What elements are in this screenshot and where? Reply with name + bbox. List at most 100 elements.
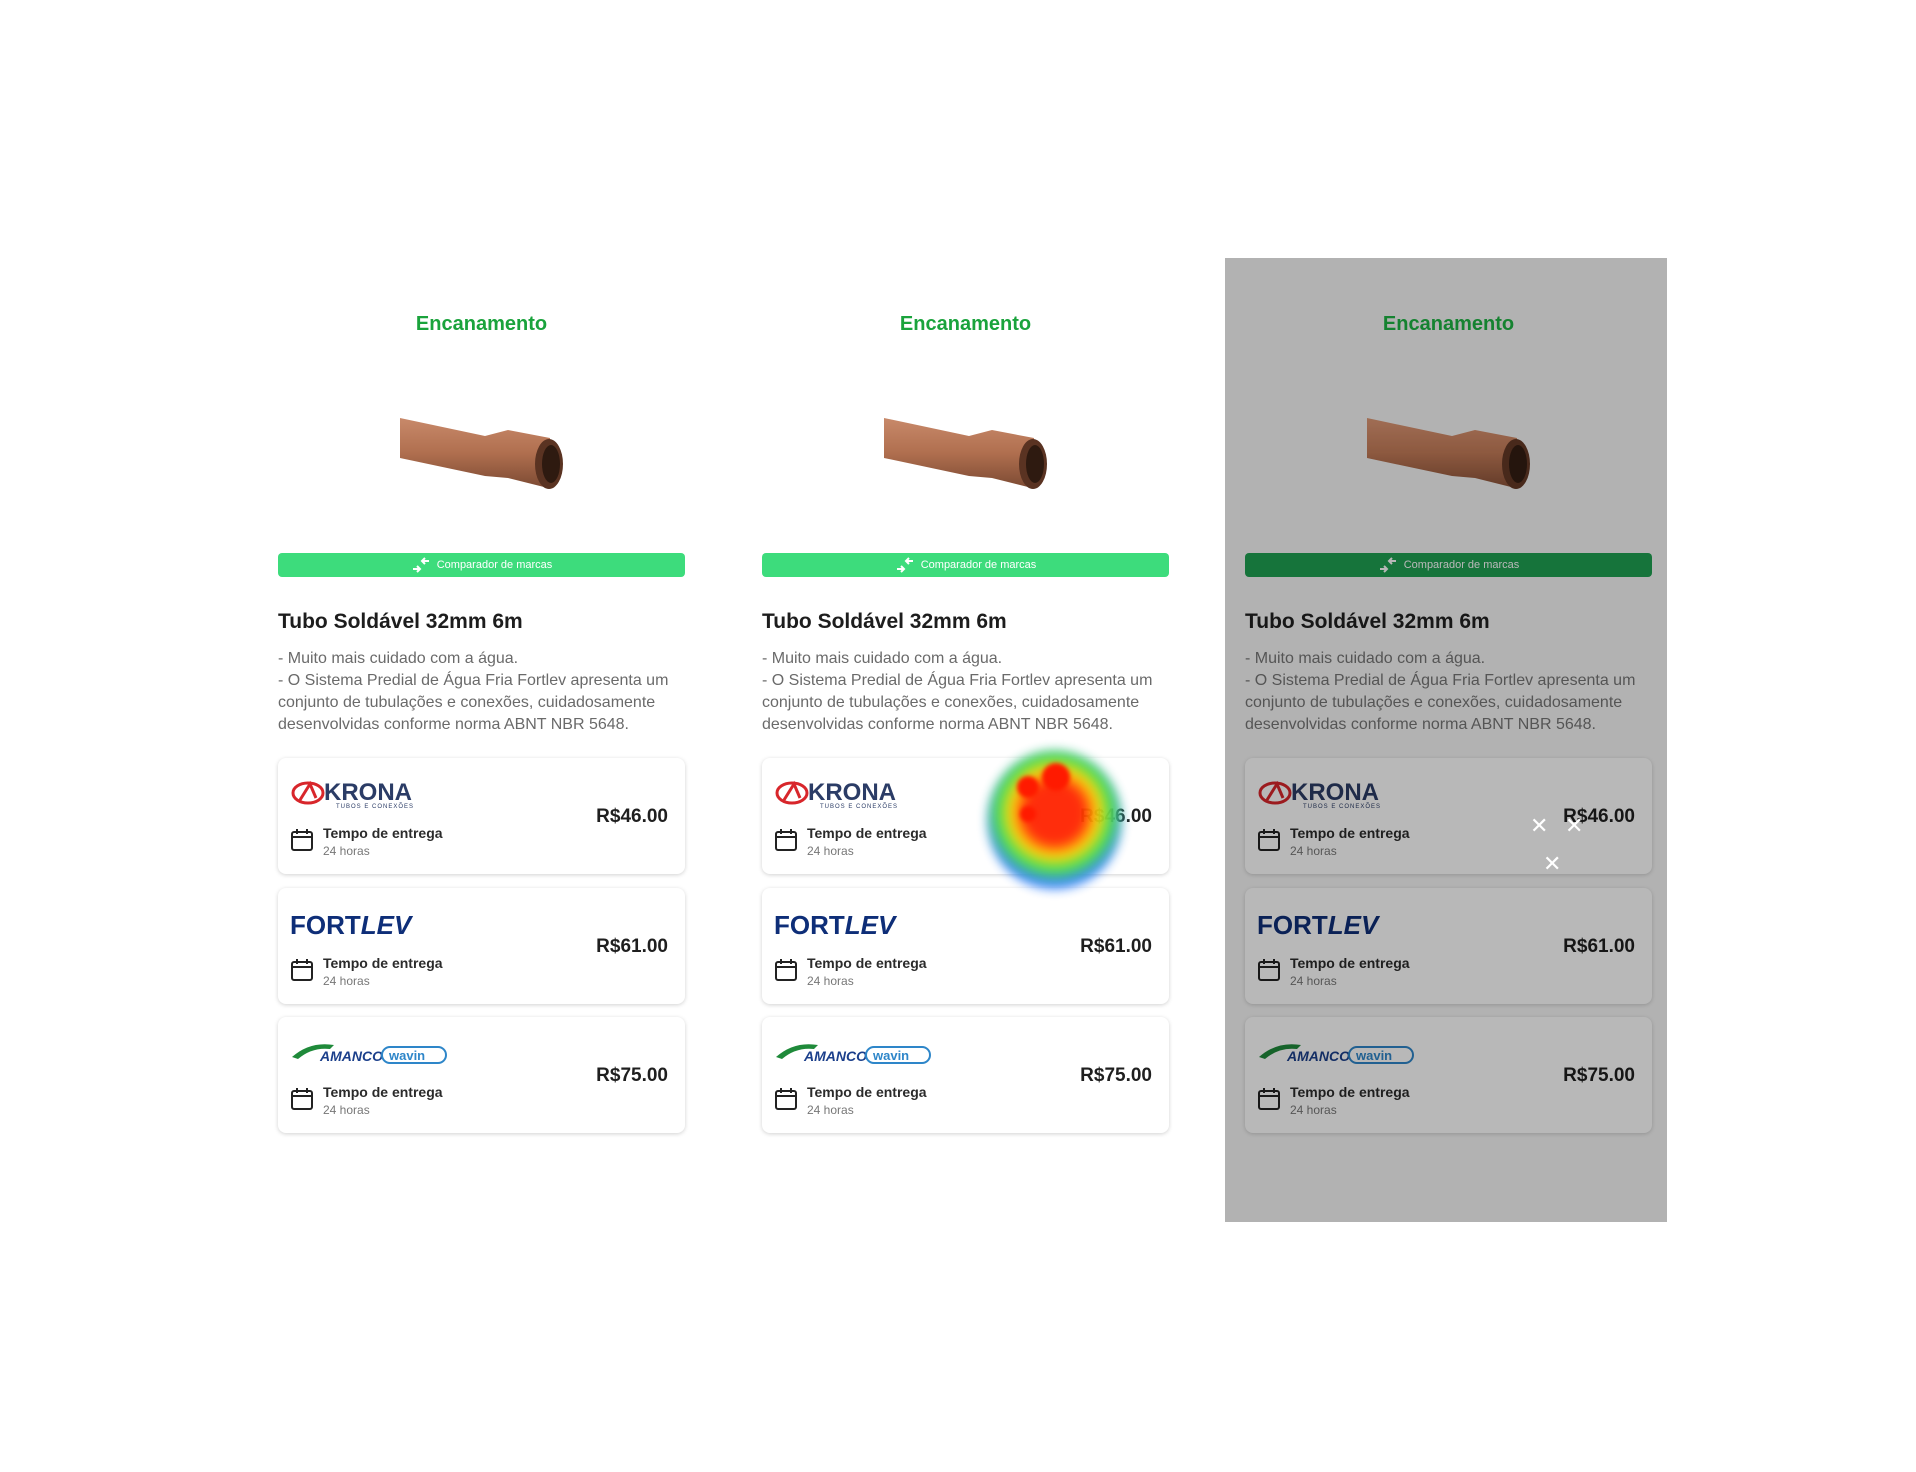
category-title: Encanamento [899,313,1032,335]
offer-card-amanco-wavin[interactable]: AMANCO wavin Tempo de entrega 24 horas R… [1245,1017,1652,1133]
amanco-wavin-logo: AMANCO wavin [1259,1044,1414,1064]
product-description: - Muito mais cuidado com a água. - O Sis… [1245,648,1652,736]
fortlev-logo: FORTLEV [774,910,898,940]
svg-text:AMANCO: AMANCO [803,1048,867,1064]
panel-heatmap: Encanamento Comparador de marcas Tubo So… [742,258,1184,1222]
svg-text:FORTLEV: FORTLEV [290,910,414,940]
delivery-time: 24 horas [323,974,370,988]
description-line: - Muito mais cuidado com a água. [278,650,519,667]
offer-card-fortlev[interactable]: FORTLEV Tempo de entrega 24 horas R$61.0… [762,888,1169,1004]
krona-logo: KRONA TUBOS E CONEXÕES [291,779,414,810]
product-description: - Muito mais cuidado com a água. - O Sis… [278,648,685,736]
offer-card-fortlev[interactable]: FORTLEV Tempo de entrega 24 horas R$61.0… [1245,888,1652,1004]
calendar-icon [1258,829,1280,851]
svg-text:wavin: wavin [388,1048,425,1063]
compare-arrows-icon [896,557,913,573]
offer-price: R$61.00 [1080,936,1152,957]
brand-comparator-button[interactable]: Comparador de marcas [278,553,685,577]
delivery-label: Tempo de entrega [1290,955,1410,971]
delivery-time: 24 horas [807,844,854,858]
krona-logo: KRONA TUBOS E CONEXÕES [775,779,898,810]
delivery-label: Tempo de entrega [807,955,927,971]
delivery-time: 24 horas [1290,844,1337,858]
delivery-time: 24 horas [807,974,854,988]
fortlev-logo: FORTLEV [290,910,414,940]
delivery-time: 24 horas [1290,974,1337,988]
calendar-icon [1258,959,1280,981]
calendar-icon [775,829,797,851]
click-marker-icon: ✕ [1530,813,1549,838]
calendar-icon [775,959,797,981]
delivery-time: 24 horas [1290,1103,1337,1117]
krona-logo: KRONA TUBOS E CONEXÕES [1258,779,1381,810]
calendar-icon [291,1088,313,1110]
heatmap-hotspot [1017,776,1039,798]
product-title: Tubo Soldável 32mm 6m [1245,610,1490,633]
delivery-time: 24 horas [807,1103,854,1117]
pipe-product-image [400,418,563,489]
delivery-label: Tempo de entrega [323,1084,443,1100]
offer-price: R$75.00 [1080,1065,1152,1086]
category-title: Encanamento [1382,313,1515,335]
svg-text:KRONA: KRONA [808,779,896,806]
offer-price: R$61.00 [1563,936,1635,957]
description-line: - Muito mais cuidado com a água. [1245,650,1486,667]
click-marker-icon: ✕ [1565,813,1584,838]
pipe-product-image [884,418,1047,489]
calendar-icon [1258,1088,1280,1110]
svg-text:TUBOS E CONEXÕES: TUBOS E CONEXÕES [336,803,414,810]
delivery-time: 24 horas [323,844,370,858]
category-title: Encanamento [415,313,548,335]
offer-price: R$75.00 [596,1065,668,1086]
offer-card-krona[interactable]: KRONA TUBOS E CONEXÕES Tempo de entrega … [1245,758,1652,874]
brand-comparator-button[interactable]: Comparador de marcas [762,553,1169,577]
pipe-product-image [1367,418,1530,489]
offer-price: R$75.00 [1563,1065,1635,1086]
svg-text:FORTLEV: FORTLEV [1257,910,1381,940]
delivery-label: Tempo de entrega [1290,825,1410,841]
svg-text:KRONA: KRONA [1291,779,1379,806]
svg-text:KRONA: KRONA [324,779,412,806]
svg-text:AMANCO: AMANCO [1286,1048,1350,1064]
compare-label: Comparador de marcas [436,559,553,571]
click-marker-icon: ✕ [1543,851,1562,876]
offer-price: R$46.00 [596,806,668,827]
svg-text:TUBOS E CONEXÕES: TUBOS E CONEXÕES [1303,803,1381,810]
compare-label: Comparador de marcas [920,559,1037,571]
compare-arrows-icon [1379,557,1396,573]
svg-text:wavin: wavin [872,1048,909,1063]
product-title: Tubo Soldável 32mm 6m [278,610,523,633]
description-line: - O Sistema Predial de Água Fria Fortlev… [762,672,1153,733]
compare-label: Comparador de marcas [1403,559,1520,571]
fortlev-logo: FORTLEV [1257,910,1381,940]
delivery-label: Tempo de entrega [323,825,443,841]
offer-card-krona[interactable]: KRONA TUBOS E CONEXÕES Tempo de entrega … [278,758,685,874]
heatmap-hotspot [1042,763,1070,791]
description-line: - O Sistema Predial de Água Fria Fortlev… [278,672,669,733]
description-line: - O Sistema Predial de Água Fria Fortlev… [1245,672,1636,733]
calendar-icon [775,1088,797,1110]
svg-text:wavin: wavin [1355,1048,1392,1063]
svg-text:FORTLEV: FORTLEV [774,910,898,940]
delivery-label: Tempo de entrega [323,955,443,971]
panel-original: Encanamento Comparador de marcas Tubo So… [258,258,700,1222]
compare-arrows-icon [412,557,429,573]
delivery-time: 24 horas [323,1103,370,1117]
svg-text:TUBOS E CONEXÕES: TUBOS E CONEXÕES [820,803,898,810]
description-line: - Muito mais cuidado com a água. [762,650,1003,667]
brand-comparator-button[interactable]: Comparador de marcas [1245,553,1652,577]
delivery-label: Tempo de entrega [807,825,927,841]
calendar-icon [291,829,313,851]
calendar-icon [291,959,313,981]
offer-card-amanco-wavin[interactable]: AMANCO wavin Tempo de entrega 24 horas R… [762,1017,1169,1133]
svg-text:AMANCO: AMANCO [319,1048,383,1064]
offer-price: R$61.00 [596,936,668,957]
product-title: Tubo Soldável 32mm 6m [762,610,1007,633]
delivery-label: Tempo de entrega [1290,1084,1410,1100]
product-description: - Muito mais cuidado com a água. - O Sis… [762,648,1169,736]
amanco-wavin-logo: AMANCO wavin [776,1044,931,1064]
offer-card-amanco-wavin[interactable]: AMANCO wavin Tempo de entrega 24 horas R… [278,1017,685,1133]
offer-card-fortlev[interactable]: FORTLEV Tempo de entrega 24 horas R$61.0… [278,888,685,1004]
delivery-label: Tempo de entrega [807,1084,927,1100]
panel-clickmap: Encanamento Comparador de marcas Tubo So… [1225,258,1667,1222]
